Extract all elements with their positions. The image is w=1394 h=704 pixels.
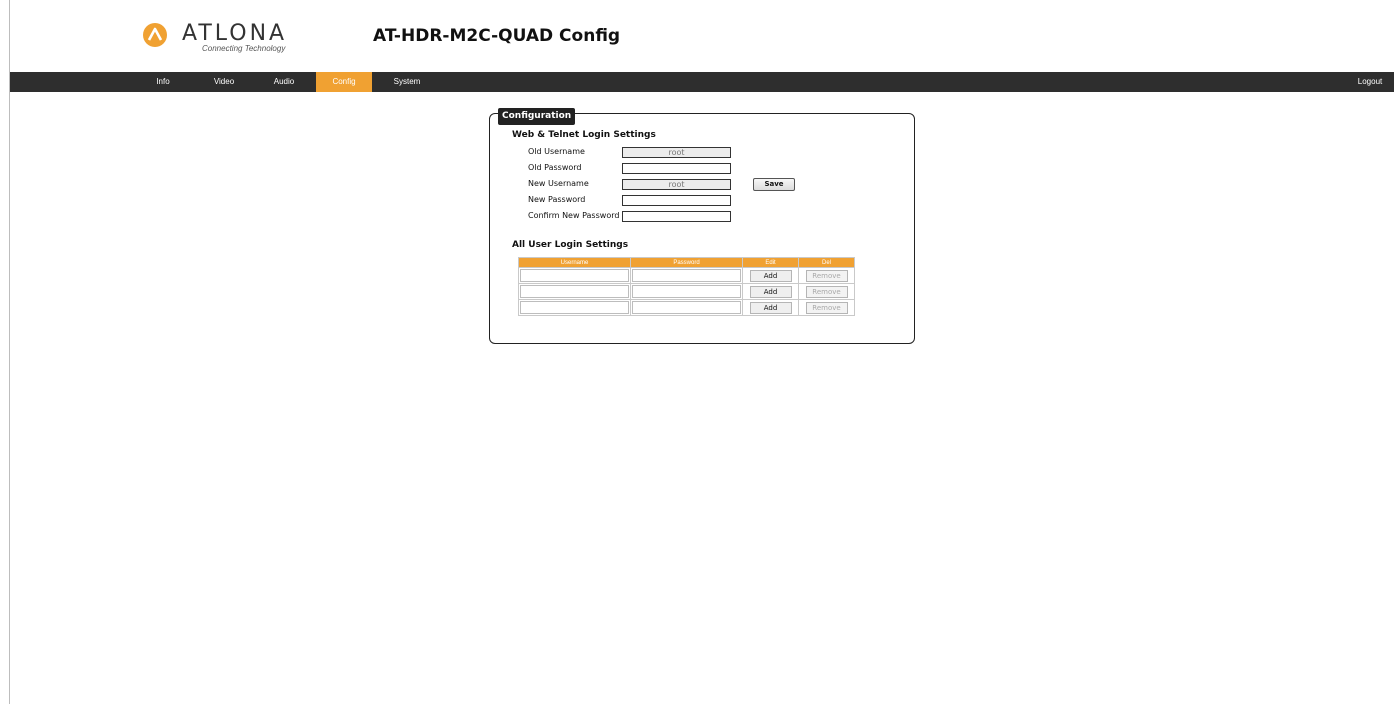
username-cell: [518, 267, 631, 284]
page-title: AT-HDR-M2C-QUAD Config: [373, 26, 621, 46]
new-password-field[interactable]: [622, 195, 731, 206]
add-button[interactable]: Add: [749, 269, 792, 282]
new-password-label: New Password: [528, 195, 586, 204]
panel-legend: Configuration: [498, 108, 576, 125]
save-button[interactable]: Save: [753, 178, 795, 191]
del-cell: Remove: [798, 283, 855, 300]
web-telnet-section-title: Web & Telnet Login Settings: [512, 130, 656, 140]
add-button[interactable]: Add: [749, 301, 792, 314]
header: ATLONA Connecting Technology AT-HDR-M2C-…: [10, 0, 1394, 72]
user-login-table: Username Password Edit Del Add Remove Ad…: [518, 257, 855, 316]
table-header-row: Username Password Edit Del: [518, 257, 855, 268]
nav-item-video[interactable]: Video: [204, 72, 244, 92]
password-input[interactable]: [632, 269, 741, 282]
username-cell: [518, 283, 631, 300]
del-cell: Remove: [798, 267, 855, 284]
nav-item-config[interactable]: Config: [316, 72, 372, 92]
table-row: Add Remove: [518, 283, 855, 300]
nav-item-system[interactable]: System: [385, 72, 429, 92]
window-left-border: [9, 0, 10, 704]
password-input[interactable]: [632, 285, 741, 298]
remove-button[interactable]: Remove: [805, 269, 848, 282]
table-row: Add Remove: [518, 267, 855, 284]
nav-item-audio[interactable]: Audio: [266, 72, 302, 92]
column-header-username: Username: [518, 257, 631, 268]
old-password-label: Old Password: [528, 163, 582, 172]
table-row: Add Remove: [518, 299, 855, 316]
column-header-del: Del: [798, 257, 855, 268]
nav-item-info[interactable]: Info: [145, 72, 181, 92]
password-cell: [630, 299, 743, 316]
column-header-edit: Edit: [742, 257, 799, 268]
confirm-password-field[interactable]: [622, 211, 731, 222]
username-input[interactable]: [520, 285, 629, 298]
old-password-field[interactable]: [622, 163, 731, 174]
logo-tagline: Connecting Technology: [202, 44, 286, 53]
atlona-logo-icon: [143, 23, 167, 47]
edit-cell: Add: [742, 283, 799, 300]
edit-cell: Add: [742, 267, 799, 284]
password-cell: [630, 283, 743, 300]
username-input[interactable]: [520, 269, 629, 282]
password-input[interactable]: [632, 301, 741, 314]
username-input[interactable]: [520, 301, 629, 314]
logo-wordmark: ATLONA: [182, 21, 288, 46]
del-cell: Remove: [798, 299, 855, 316]
add-button[interactable]: Add: [749, 285, 792, 298]
remove-button[interactable]: Remove: [805, 301, 848, 314]
password-cell: [630, 267, 743, 284]
confirm-password-label: Confirm New Password: [528, 211, 620, 220]
new-username-label: New Username: [528, 179, 589, 188]
atlona-logo: ATLONA Connecting Technology: [142, 21, 322, 53]
logout-link[interactable]: Logout: [1350, 72, 1390, 92]
new-username-field: root: [622, 179, 731, 190]
all-users-section-title: All User Login Settings: [512, 240, 629, 250]
column-header-password: Password: [630, 257, 743, 268]
old-username-label: Old Username: [528, 147, 585, 156]
username-cell: [518, 299, 631, 316]
configuration-panel: Configuration Web & Telnet Login Setting…: [489, 108, 915, 344]
remove-button[interactable]: Remove: [805, 285, 848, 298]
old-username-field: root: [622, 147, 731, 158]
edit-cell: Add: [742, 299, 799, 316]
top-nav: Info Video Audio Config System Logout: [10, 72, 1394, 92]
